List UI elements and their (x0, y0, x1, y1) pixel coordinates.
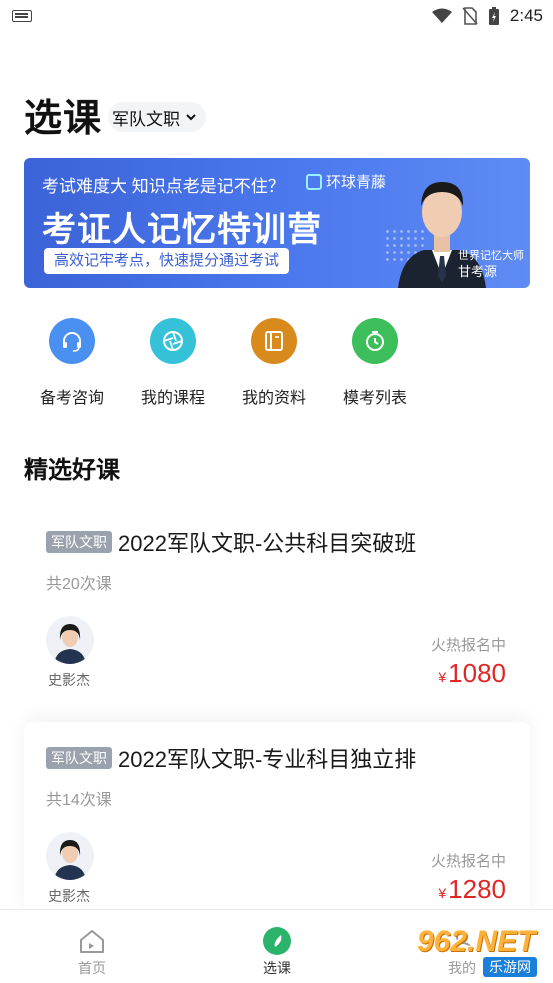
status-bar: 2:45 (0, 0, 553, 32)
bottom-tab-bar: 首页 选课 我的 (0, 909, 553, 983)
page-title: 选课 (24, 97, 103, 140)
tab-label: 首页 (78, 960, 106, 976)
course-title-row: 军队文职 2022军队文职-专业科目独立排 (46, 742, 416, 774)
currency-symbol: ¥ (438, 885, 447, 901)
banner-subtitle: 高效记牢考点，快速提分通过考试 (44, 248, 290, 274)
banner-brand: 环球青藤 (306, 171, 386, 192)
enroll-status: 火热报名中 (430, 637, 506, 654)
banner-headline: 考证人记忆特训营 (42, 211, 322, 249)
quick-link-label: 备考咨询 (39, 390, 104, 407)
quick-link-label: 我的资料 (241, 390, 306, 407)
brand-logo-icon (306, 173, 322, 190)
quick-link-my-courses[interactable]: 我的课程 (125, 316, 221, 408)
banner-brand-label: 环球青藤 (326, 174, 387, 191)
category-selector[interactable]: 军队文职 (108, 102, 207, 132)
person-icon (447, 926, 477, 956)
course-price: ¥ 1080 (438, 658, 506, 689)
tab-mine[interactable]: 我的 (402, 910, 522, 983)
no-sim-icon (462, 7, 478, 25)
category-label: 军队文职 (112, 109, 181, 129)
course-tag: 军队文职 (46, 747, 112, 769)
price-value: 1280 (448, 874, 506, 904)
headset-icon (49, 318, 95, 364)
course-tag: 军队文职 (46, 531, 112, 553)
lesson-count: 共14次课 (46, 792, 112, 809)
lesson-count: 共20次课 (46, 576, 112, 593)
course-card[interactable]: 军队文职 2022军队文职-专业科目独立排 共14次课 史影杰 火热报名中 ¥ … (24, 722, 530, 922)
page-header: 选课 军队文职 (24, 88, 207, 140)
clock-text: 2:45 (509, 6, 543, 25)
compass-icon (262, 926, 292, 956)
quick-link-label: 模考列表 (342, 390, 407, 407)
quick-link-consult[interactable]: 备考咨询 (24, 316, 120, 408)
quick-link-label: 我的课程 (140, 390, 205, 407)
teacher-name: 史影杰 (48, 888, 90, 904)
banner-caption: 世界记忆大师 甘考源 (458, 248, 524, 280)
avatar (46, 832, 94, 880)
chevron-down-icon (186, 114, 196, 121)
book-icon (251, 318, 297, 364)
caption-name: 甘考源 (458, 264, 498, 279)
course-name: 2022军队文职-公共科目突破班 (118, 531, 417, 556)
section-title: 精选好课 (24, 457, 120, 484)
quick-links: 备考咨询 我的课程 我的资料 模考列表 (24, 316, 530, 416)
tab-courses[interactable]: 选课 (217, 910, 337, 983)
price-value: 1080 (448, 658, 506, 688)
quick-link-my-materials[interactable]: 我的资料 (226, 316, 322, 408)
avatar (46, 616, 94, 664)
aperture-icon (150, 318, 196, 364)
tab-label: 选课 (263, 960, 291, 976)
home-icon (77, 926, 107, 956)
course-card[interactable]: 军队文职 2022军队文职-公共科目突破班 共20次课 史影杰 火热报名中 ¥ … (24, 506, 530, 706)
tab-home[interactable]: 首页 (32, 910, 152, 983)
wifi-icon (431, 8, 452, 23)
course-name: 2022军队文职-专业科目独立排 (118, 747, 417, 772)
battery-charging-icon (488, 7, 499, 25)
course-price: ¥ 1280 (438, 874, 506, 905)
caption-title: 世界记忆大师 (458, 250, 524, 262)
keyboard-icon (12, 10, 32, 22)
banner-tagline: 考试难度大 知识点老是记不住？ (42, 177, 285, 196)
tab-label: 我的 (448, 960, 476, 976)
quick-link-mock-exams[interactable]: 模考列表 (327, 316, 423, 408)
currency-symbol: ¥ (438, 669, 447, 685)
stopwatch-icon (352, 318, 398, 364)
promo-banner[interactable]: 考试难度大 知识点老是记不住？ 环球青藤 考证人记忆特训营 高效记牢考点，快速提… (24, 158, 530, 288)
course-title-row: 军队文职 2022军队文职-公共科目突破班 (46, 526, 416, 558)
teacher-name: 史影杰 (48, 672, 90, 688)
enroll-status: 火热报名中 (430, 853, 506, 870)
